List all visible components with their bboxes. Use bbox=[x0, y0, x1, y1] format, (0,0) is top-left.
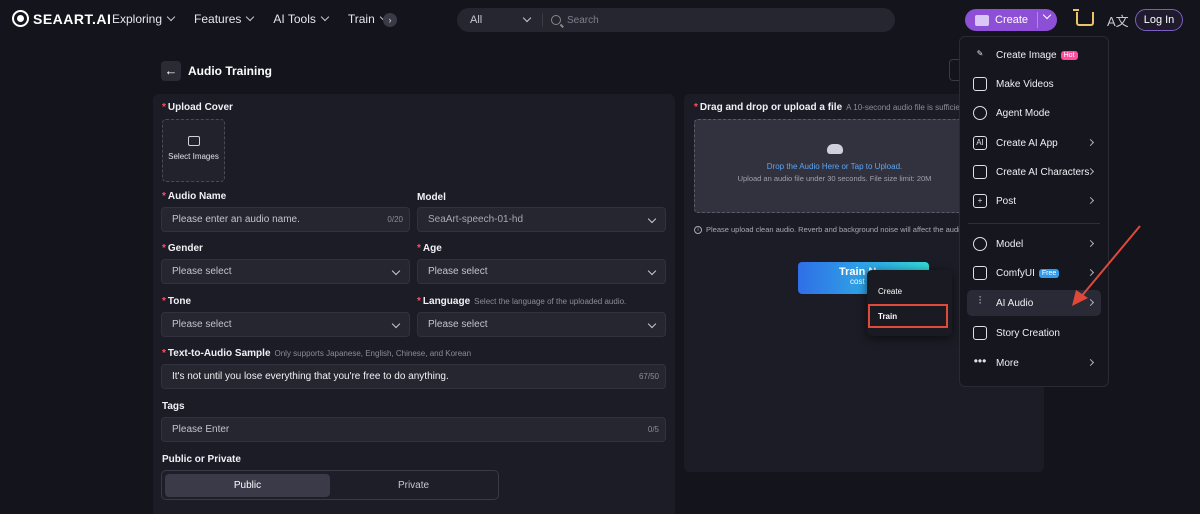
logo-text: SEAART.AI bbox=[33, 10, 112, 27]
video-icon bbox=[973, 77, 987, 91]
chevron-down-icon bbox=[647, 214, 657, 224]
image-icon bbox=[187, 136, 200, 146]
menu-agent-mode[interactable]: Agent Mode bbox=[967, 100, 1101, 126]
menu-more[interactable]: ••• More bbox=[967, 350, 1101, 376]
search-input[interactable] bbox=[567, 14, 867, 26]
tags-label: Tags bbox=[162, 401, 185, 412]
visibility-label: Public or Private bbox=[162, 454, 241, 465]
main-nav: Exploring Features AI Tools Train bbox=[112, 12, 407, 26]
page-title: Audio Training bbox=[188, 64, 272, 78]
audio-name-input[interactable]: Please enter an audio name. 0/20 bbox=[161, 207, 410, 232]
sample-hint: Only supports Japanese, English, Chinese… bbox=[274, 349, 472, 358]
train-highlight-box bbox=[868, 304, 948, 328]
upload-hint: A 10-second audio file is sufficient fo bbox=[846, 103, 964, 112]
free-badge: Free bbox=[1038, 268, 1060, 278]
drop-sub-text: Upload an audio file under 30 seconds. F… bbox=[737, 174, 932, 183]
top-bar: SEAART.AI Exploring Features AI Tools Tr… bbox=[0, 0, 1200, 40]
gender-label: * Gender bbox=[162, 243, 203, 254]
upload-audio-label: * Drag and drop or upload a file A 10-seco… bbox=[694, 102, 964, 113]
app-icon: AI bbox=[973, 136, 987, 150]
chevron-down-icon bbox=[391, 266, 401, 276]
info-icon: i bbox=[694, 226, 702, 235]
chevron-down-icon bbox=[391, 319, 401, 329]
upload-cloud-icon bbox=[826, 144, 843, 154]
more-icon: ••• bbox=[973, 354, 987, 368]
logo[interactable]: SEAART.AI bbox=[12, 10, 111, 27]
menu-create-image[interactable]: ✎ Create Image Hot bbox=[967, 42, 1101, 68]
back-button[interactable]: ← bbox=[161, 61, 181, 81]
brush-icon: ✎ bbox=[976, 49, 984, 58]
menu-make-videos[interactable]: Make Videos bbox=[967, 71, 1101, 97]
language-label: * Language Select the language of the uplo… bbox=[417, 296, 627, 307]
nav-exploring[interactable]: Exploring bbox=[112, 12, 176, 26]
age-select[interactable]: Please select bbox=[417, 259, 666, 284]
model-select[interactable]: SeaArt-speech-01-hd bbox=[417, 207, 666, 232]
chevron-right-icon bbox=[1086, 358, 1095, 367]
nav-ai-tools[interactable]: AI Tools bbox=[273, 12, 330, 26]
public-option[interactable]: Public bbox=[165, 474, 330, 497]
tone-select[interactable]: Please select bbox=[161, 312, 410, 337]
nav-train[interactable]: Train bbox=[348, 12, 389, 26]
menu-create-ai-characters[interactable]: Create AI Characters bbox=[967, 159, 1101, 185]
red-arrow-annotation bbox=[1072, 225, 1141, 306]
chevron-right-icon bbox=[1086, 196, 1095, 205]
language-hint: Select the language of the uploaded audi… bbox=[474, 297, 627, 306]
model-label: Model bbox=[417, 192, 446, 203]
chevron-down-icon bbox=[522, 13, 532, 23]
hot-badge: Hot bbox=[1060, 50, 1078, 60]
logo-icon bbox=[12, 10, 29, 27]
private-option[interactable]: Private bbox=[331, 474, 496, 497]
gender-select[interactable]: Please select bbox=[161, 259, 410, 284]
tags-input[interactable]: Please Enter 0/5 bbox=[161, 417, 666, 442]
visibility-toggle: Public Private bbox=[161, 470, 499, 500]
tone-label: * Tone bbox=[162, 296, 192, 307]
nav-features[interactable]: Features bbox=[194, 12, 255, 26]
language-select[interactable]: Please select bbox=[417, 312, 666, 337]
chevron-down-icon bbox=[647, 266, 657, 276]
chevron-down-icon bbox=[166, 12, 176, 22]
menu-story-creation[interactable]: Story Creation bbox=[967, 320, 1101, 346]
chevron-right-icon bbox=[1086, 138, 1095, 147]
palette-icon bbox=[975, 14, 989, 26]
cart-icon[interactable] bbox=[1073, 9, 1094, 26]
tags-counter: 0/5 bbox=[647, 425, 659, 434]
sample-label: * Text-to-Audio Sample Only supports Japan… bbox=[162, 348, 472, 359]
model-icon bbox=[973, 237, 987, 251]
chevron-down-icon bbox=[246, 12, 255, 22]
age-label: * Age bbox=[417, 243, 442, 254]
audio-drop-zone[interactable]: Drop the Audio Here or Tap to Upload. Up… bbox=[694, 119, 974, 213]
upload-cover-label: * Upload Cover bbox=[162, 102, 233, 113]
story-icon bbox=[973, 326, 987, 340]
eye-icon bbox=[973, 106, 987, 120]
search-type-select[interactable]: All bbox=[457, 13, 543, 27]
create-button[interactable]: Create bbox=[965, 9, 1057, 31]
character-icon bbox=[973, 165, 987, 179]
audio-name-counter: 0/20 bbox=[387, 215, 403, 224]
comfyui-icon bbox=[973, 266, 987, 280]
translate-icon[interactable]: A文 bbox=[1107, 11, 1129, 30]
submenu-create[interactable]: Create bbox=[878, 287, 902, 296]
audio-name-label: * Audio Name bbox=[162, 191, 227, 202]
sample-text-input[interactable]: It's not until you lose everything that … bbox=[161, 364, 666, 389]
sample-counter: 67/50 bbox=[638, 372, 659, 381]
login-button[interactable]: Log In bbox=[1135, 9, 1183, 31]
search-bar: All bbox=[457, 8, 895, 32]
search-icon bbox=[551, 15, 561, 25]
chevron-down-icon[interactable] bbox=[1042, 10, 1052, 20]
menu-create-ai-app[interactable]: AI Create AI App bbox=[967, 130, 1101, 156]
chevron-down-icon bbox=[647, 319, 657, 329]
plus-square-icon: + bbox=[973, 194, 987, 208]
upload-cover-box[interactable]: Select Images bbox=[162, 119, 225, 182]
drop-main-text[interactable]: Drop the Audio Here or Tap to Upload. bbox=[695, 162, 974, 171]
select-images-label: Select Images bbox=[168, 152, 219, 161]
chevron-down-icon bbox=[320, 12, 330, 22]
nav-more-icon[interactable]: › bbox=[383, 13, 397, 27]
clean-audio-note: i Please upload clean audio. Reverb and b… bbox=[694, 225, 974, 235]
waveform-icon: ⫶ bbox=[978, 295, 982, 307]
menu-post[interactable]: + Post bbox=[967, 188, 1101, 214]
